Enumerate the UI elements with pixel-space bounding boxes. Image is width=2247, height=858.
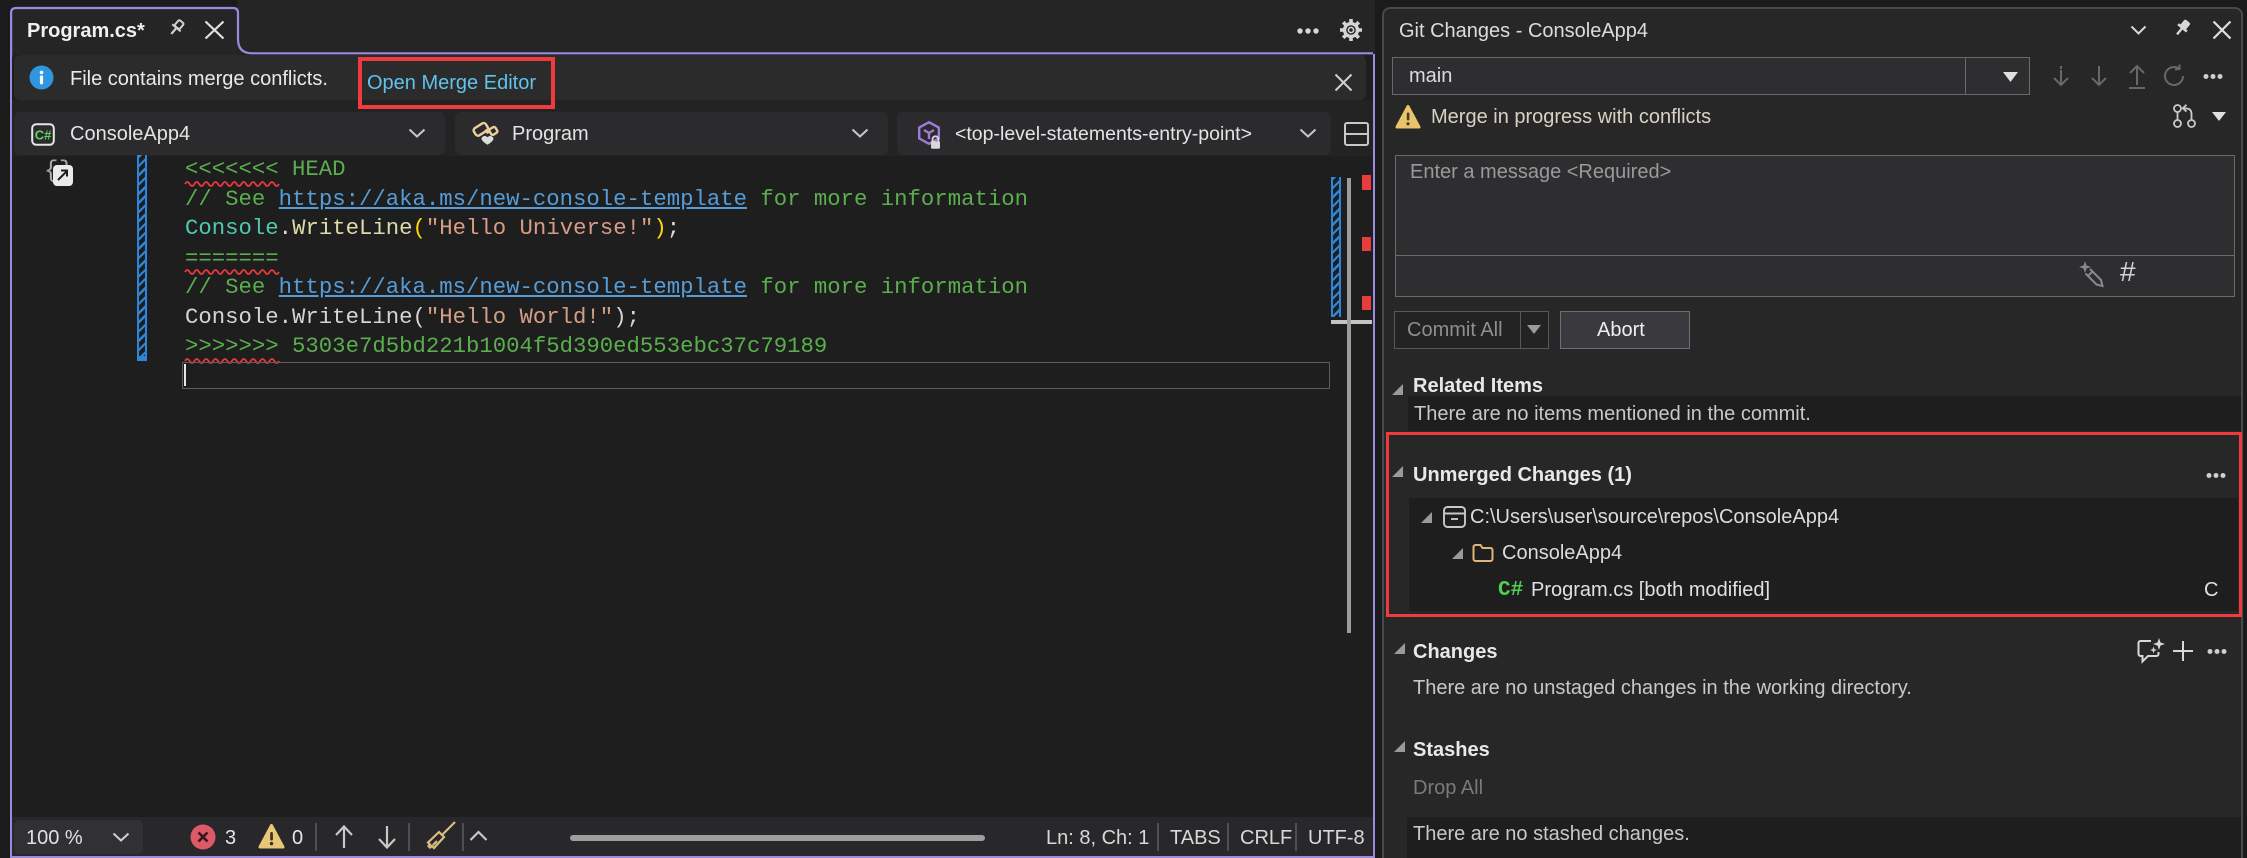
svg-text:C#: C#	[35, 128, 52, 143]
